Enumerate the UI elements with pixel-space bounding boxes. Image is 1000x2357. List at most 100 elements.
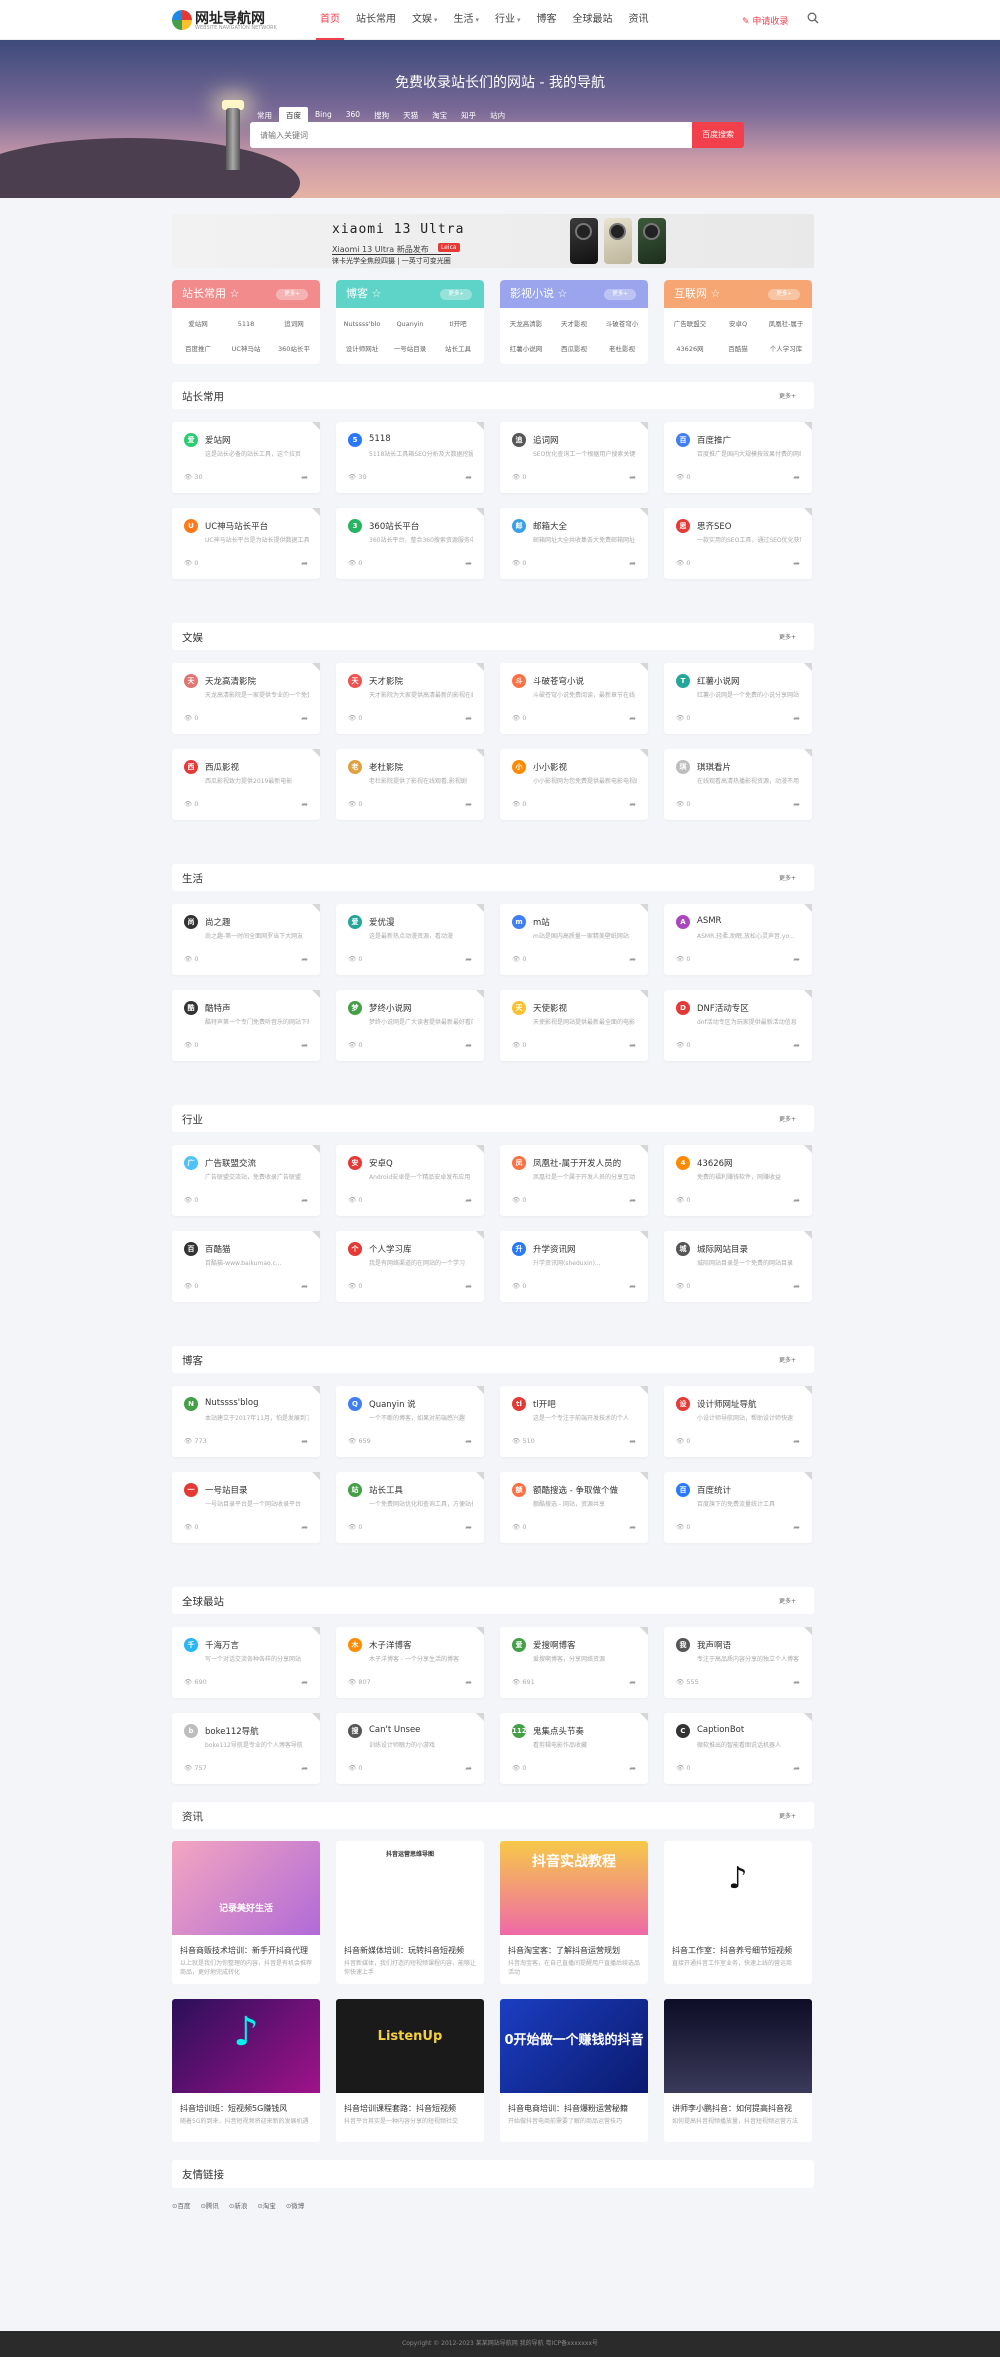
corner-arrow-icon[interactable] <box>804 422 812 430</box>
corner-arrow-icon[interactable] <box>640 1231 648 1239</box>
site-name[interactable]: 爱站网 <box>205 434 231 446</box>
category-link[interactable]: 红薯小说网 <box>502 337 550 362</box>
site-name[interactable]: 360站长平台 <box>369 520 419 532</box>
corner-arrow-icon[interactable] <box>640 904 648 912</box>
site-card[interactable]: C CaptionBot 微软推出的智能看图说话机器人 👁 0 ➦ <box>664 1713 812 1784</box>
site-name[interactable]: tl开吧 <box>533 1398 556 1410</box>
news-title[interactable]: 抖音商贩技术培训：新手开抖商代理 <box>180 1945 315 1956</box>
share-icon[interactable]: ➦ <box>301 1437 308 1446</box>
site-name[interactable]: 站长工具 <box>369 1484 403 1496</box>
news-card[interactable]: ListenUp 抖音培训课程套路：抖音短视频 抖音平台其实是一种内容分享的短视频社… <box>336 1999 484 2142</box>
site-name[interactable]: 木子洋博客 <box>369 1639 412 1651</box>
corner-arrow-icon[interactable] <box>640 749 648 757</box>
category-link[interactable]: Quanyin <box>386 312 434 337</box>
corner-arrow-icon[interactable] <box>476 990 484 998</box>
logo[interactable]: 网址导航网 WEBSITE NAVIGATION NETWORK <box>172 7 277 35</box>
site-card[interactable]: 额额酷搜选 - 争取做个做 额酷搜选 - 网站，资源共享 👁 0 ➦ <box>500 1472 648 1543</box>
corner-arrow-icon[interactable] <box>804 1386 812 1394</box>
site-card[interactable]: 城城际网站目录 城际网站目录是一个免费的网站目录 👁 0 ➦ <box>664 1231 812 1302</box>
share-icon[interactable]: ➦ <box>465 714 472 723</box>
site-name[interactable]: 红薯小说网 <box>697 675 740 687</box>
site-card[interactable]: 小小小影视 小小影视网为您免费提供最新电影电视剧 👁 0 ➦ <box>500 749 648 820</box>
site-card[interactable]: 广广告联盟交流 广告联盟交流站，免费收录广告联盟 👁 0 ➦ <box>172 1145 320 1216</box>
search-button[interactable]: 百度搜索 <box>692 122 744 148</box>
share-icon[interactable]: ➦ <box>465 955 472 964</box>
site-card[interactable]: 邮邮箱大全 邮箱网址大全共收集各大免费邮箱网址 👁 0 ➦ <box>500 508 648 579</box>
site-name[interactable]: 额酷搜选 - 争取做个做 <box>533 1484 618 1496</box>
corner-arrow-icon[interactable] <box>640 1472 648 1480</box>
corner-arrow-icon[interactable] <box>804 663 812 671</box>
category-link[interactable]: 百酷猫 <box>714 337 762 362</box>
news-card[interactable]: 0开始做一个赚钱的抖音 抖音电商培训：抖音爆粉运营秘籍 开始做抖音电商前需要了解的商… <box>500 1999 648 2142</box>
site-card[interactable]: 老老杜影院 老杜影院提供了影视在线观看,影视剧 👁 0 ➦ <box>336 749 484 820</box>
category-link[interactable]: 个人学习库 <box>762 337 810 362</box>
menu-item[interactable]: 站长常用 <box>348 0 404 40</box>
more-link[interactable]: 更多+ <box>779 632 796 641</box>
news-card[interactable]: ♪ 抖音工作室：抖音养号细节短视频 直接开通抖音工作室业务，快速上线的营运商 <box>664 1841 812 1984</box>
share-icon[interactable]: ➦ <box>465 1764 472 1773</box>
share-icon[interactable]: ➦ <box>301 714 308 723</box>
news-thumbnail[interactable]: ♪ <box>172 1999 320 2093</box>
corner-arrow-icon[interactable] <box>804 1472 812 1480</box>
site-name[interactable]: ASMR <box>697 916 721 926</box>
share-icon[interactable]: ➦ <box>793 800 800 809</box>
site-name[interactable]: 天使影视 <box>533 1002 567 1014</box>
site-name[interactable]: 百度推广 <box>697 434 731 446</box>
friend-link[interactable]: ⊙百度 <box>172 2200 190 2210</box>
corner-arrow-icon[interactable] <box>312 422 320 430</box>
corner-arrow-icon[interactable] <box>312 663 320 671</box>
friend-link[interactable]: ⊙淘宝 <box>257 2200 275 2210</box>
corner-arrow-icon[interactable] <box>476 1386 484 1394</box>
share-icon[interactable]: ➦ <box>793 1678 800 1687</box>
site-card[interactable]: 梦梦终小说网 梦终小说网是广大读者提供最新最好看的 👁 0 ➦ <box>336 990 484 1061</box>
site-card[interactable]: 安安卓Q Android安卓是一个精品安卓发布应用 👁 0 ➦ <box>336 1145 484 1216</box>
site-name[interactable]: Can't Unsee <box>369 1725 420 1735</box>
share-icon[interactable]: ➦ <box>793 559 800 568</box>
corner-arrow-icon[interactable] <box>640 1386 648 1394</box>
share-icon[interactable]: ➦ <box>465 1523 472 1532</box>
share-icon[interactable]: ➦ <box>301 1282 308 1291</box>
site-card[interactable]: 个个人学习库 我是有网络渠道的在网站的一个学习 👁 0 ➦ <box>336 1231 484 1302</box>
category-link[interactable]: 天龙高清影 <box>502 312 550 337</box>
site-name[interactable]: 安卓Q <box>369 1157 393 1169</box>
corner-arrow-icon[interactable] <box>640 508 648 516</box>
corner-arrow-icon[interactable] <box>804 990 812 998</box>
corner-arrow-icon[interactable] <box>312 990 320 998</box>
corner-arrow-icon[interactable] <box>312 1627 320 1635</box>
site-card[interactable]: 设设计师网址导航 小设计师导航网站，帮助设计师快速 👁 0 ➦ <box>664 1386 812 1457</box>
share-icon[interactable]: ➦ <box>793 1764 800 1773</box>
share-icon[interactable]: ➦ <box>793 955 800 964</box>
site-card[interactable]: 琪琪琪看片 在线观看高清热播影视资源，动漫不用 👁 0 ➦ <box>664 749 812 820</box>
site-name[interactable]: 城际网站目录 <box>697 1243 748 1255</box>
site-card[interactable]: 爱爱优漫 这是最新热点动漫资源，看动漫 👁 0 ➦ <box>336 904 484 975</box>
site-card[interactable]: 天天才影院 天才影院为大家提供高清最新的影视在线 👁 0 ➦ <box>336 663 484 734</box>
site-name[interactable]: 天龙高清影院 <box>205 675 256 687</box>
news-card[interactable]: 讲师李小鹏抖音：如何提高抖音视 如何提高抖音视频播放量，抖音短视频运营方法 <box>664 1999 812 2142</box>
corner-arrow-icon[interactable] <box>804 749 812 757</box>
corner-arrow-icon[interactable] <box>640 1713 648 1721</box>
share-icon[interactable]: ➦ <box>629 1196 636 1205</box>
more-link[interactable]: 更多+ <box>779 1114 796 1123</box>
corner-arrow-icon[interactable] <box>476 663 484 671</box>
share-icon[interactable]: ➦ <box>301 473 308 482</box>
share-icon[interactable]: ➦ <box>465 1678 472 1687</box>
corner-arrow-icon[interactable] <box>804 1627 812 1635</box>
corner-arrow-icon[interactable] <box>804 508 812 516</box>
friend-link[interactable]: ⊙新浪 <box>229 2200 247 2210</box>
corner-arrow-icon[interactable] <box>640 1627 648 1635</box>
site-card[interactable]: 斗斗破苍穹小说 斗破苍穹小说免费阅读，最新章节在线 👁 0 ➦ <box>500 663 648 734</box>
site-card[interactable]: 我我声啊语 专注于高品质内容分享的独立个人博客 👁 555 ➦ <box>664 1627 812 1698</box>
site-name[interactable]: 尚之趣 <box>205 916 231 928</box>
category-link[interactable]: 一号站目录 <box>386 337 434 362</box>
share-icon[interactable]: ➦ <box>301 1523 308 1532</box>
site-name[interactable]: 思齐SEO <box>697 520 731 532</box>
category-link[interactable]: 天才影视 <box>550 312 598 337</box>
category-link[interactable]: UC神马站 <box>222 337 270 362</box>
site-name[interactable]: CaptionBot <box>697 1725 744 1735</box>
corner-arrow-icon[interactable] <box>804 1713 812 1721</box>
news-thumbnail[interactable]: 记录美好生活 <box>172 1841 320 1935</box>
share-icon[interactable]: ➦ <box>301 800 308 809</box>
site-card[interactable]: 一一号站目录 一号站目录平台是一个网站收录平台 👁 0 ➦ <box>172 1472 320 1543</box>
site-name[interactable]: 小小影视 <box>533 761 567 773</box>
news-card[interactable]: 抖音运营思维导图 抖音新媒体培训：玩转抖音短视频 抖音新媒体，我们打造的短视频课程内… <box>336 1841 484 1984</box>
